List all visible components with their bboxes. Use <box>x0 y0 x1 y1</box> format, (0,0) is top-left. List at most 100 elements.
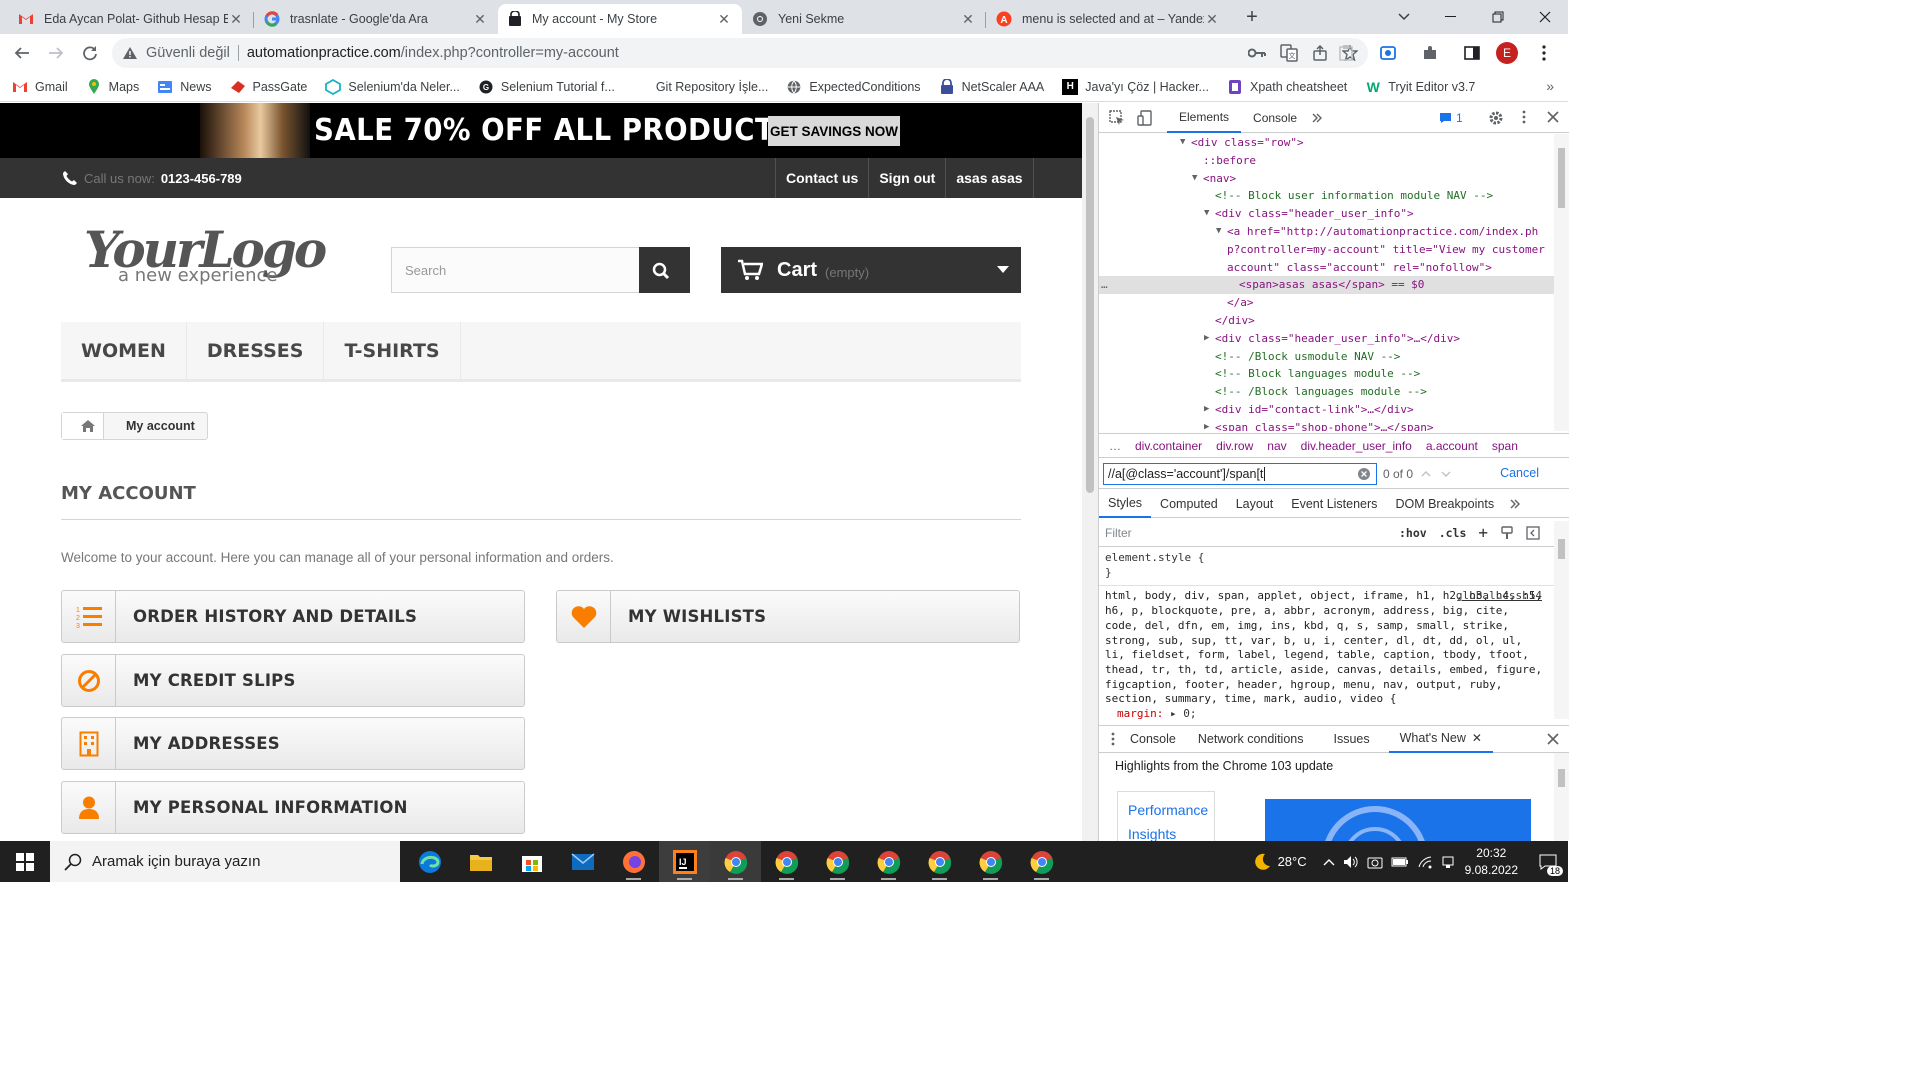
new-tab-button[interactable]: + <box>1240 6 1264 28</box>
bookmark-item[interactable]: Xpath cheatsheet <box>1227 79 1347 95</box>
search-input[interactable]: Search <box>405 263 446 278</box>
scrollbar-thumb[interactable] <box>1558 148 1565 208</box>
clear-search-icon[interactable] <box>1358 467 1370 480</box>
clipboard-extension-icon[interactable] <box>1330 37 1362 69</box>
network-icon[interactable] <box>1441 855 1455 869</box>
credit-slips-button[interactable]: MY CREDIT SLIPS <box>61 654 525 707</box>
temperature[interactable]: 28°C <box>1278 854 1307 869</box>
tab-styles[interactable]: Styles <box>1099 490 1152 518</box>
personal-info-button[interactable]: MY PERSONAL INFORMATION <box>61 781 525 834</box>
chrome-app[interactable] <box>965 841 1016 882</box>
battery-icon[interactable] <box>1391 857 1409 867</box>
dom-line[interactable]: <!-- /Block usmodule NAV --> <box>1099 348 1554 366</box>
browser-tab[interactable]: Eda Aycan Polat- Github Hesap B ✕ <box>8 4 254 34</box>
volume-icon[interactable] <box>1343 855 1359 869</box>
my-addresses-button[interactable]: MY ADDRESSES <box>61 717 525 770</box>
contact-us-link[interactable]: Contact us <box>775 158 868 198</box>
class-toggle[interactable]: .cls <box>1439 526 1467 540</box>
dom-line[interactable]: ▶ <span class="shop-phone">…</span> <box>1099 419 1554 431</box>
dom-line[interactable]: ▼ <div class="row"> <box>1099 134 1554 152</box>
crumb-item[interactable]: a.account <box>1426 439 1478 453</box>
notifications-button[interactable]: 18 <box>1528 841 1568 882</box>
browser-tab[interactable]: A menu is selected and at – Yandex ✕ <box>986 4 1230 34</box>
expand-triangle-icon[interactable]: ▶ <box>1204 330 1209 348</box>
bookmark-item[interactable]: PassGate <box>230 79 307 95</box>
inspect-element-icon[interactable] <box>1109 109 1125 126</box>
chrome-app[interactable] <box>710 841 761 882</box>
chevron-down-icon[interactable] <box>1441 471 1451 477</box>
profile-avatar[interactable]: E <box>1496 42 1518 64</box>
sidebar-toggle-icon[interactable] <box>1526 525 1540 540</box>
translate-icon[interactable]: 文 <box>1280 44 1298 62</box>
dom-tree[interactable]: ▼ <div class="row"> ::before ▼ <nav> <!-- … <box>1099 134 1554 431</box>
drawer-scrollbar[interactable] <box>1554 753 1569 841</box>
more-tabs-icon[interactable] <box>1311 112 1323 124</box>
close-drawer-icon[interactable] <box>1547 733 1559 745</box>
paint-icon[interactable] <box>1500 525 1514 540</box>
close-window-button[interactable] <box>1521 0 1568 34</box>
get-savings-button[interactable]: GET SAVINGS NOW <box>768 116 900 146</box>
dom-line[interactable]: </div> <box>1099 312 1554 330</box>
expand-triangle-icon[interactable]: ▼ <box>1204 205 1209 223</box>
tab-elements[interactable]: Elements <box>1167 103 1242 133</box>
styles-scrollbar[interactable] <box>1554 521 1569 719</box>
cancel-search-button[interactable]: Cancel <box>1500 466 1539 480</box>
tab-computed[interactable]: Computed <box>1151 490 1227 518</box>
ellipsis-icon[interactable]: … <box>1101 276 1108 294</box>
crumb-item[interactable]: span <box>1492 439 1518 453</box>
chrome-app[interactable] <box>863 841 914 882</box>
css-rule[interactable]: global.css:14 html, body, div, span, app… <box>1105 589 1548 721</box>
drawer-tab-issues[interactable]: Issues <box>1322 726 1380 753</box>
dom-line-selected[interactable]: … <span>asas asas</span> == $0 <box>1099 276 1554 295</box>
tab-console[interactable]: Console <box>1241 103 1309 133</box>
dom-scrollbar[interactable] <box>1554 134 1569 431</box>
close-icon[interactable]: ✕ <box>228 11 244 28</box>
mail-app[interactable] <box>557 841 608 882</box>
store-app[interactable] <box>506 841 557 882</box>
plus-icon[interactable]: + <box>1478 523 1488 542</box>
dom-line[interactable]: ▶ <div id="contact-link">…</div> <box>1099 401 1554 419</box>
dom-line[interactable]: <!-- Block user information module NAV -… <box>1099 187 1554 205</box>
search-box[interactable]: Search <box>391 247 690 293</box>
wifi-icon[interactable] <box>1417 855 1433 869</box>
drawer-menu-icon[interactable] <box>1111 732 1115 746</box>
close-icon[interactable] <box>1547 111 1559 123</box>
dom-line[interactable]: <!-- /Block languages module --> <box>1099 383 1554 401</box>
dom-line[interactable]: ▼ <nav> <box>1099 170 1554 188</box>
close-icon[interactable]: ✕ <box>960 11 976 28</box>
clock[interactable]: 20:32 9.08.2022 <box>1465 845 1518 879</box>
chrome-app[interactable] <box>812 841 863 882</box>
tab-event-listeners[interactable]: Event Listeners <box>1282 490 1386 518</box>
bookmark-item[interactable]: Selenium'da Neler... <box>325 78 460 95</box>
close-icon[interactable]: ✕ <box>716 11 732 28</box>
dom-line-anchor[interactable]: ▼ <a href="http://automationpractice.com/… <box>1099 223 1554 276</box>
taskbar-search[interactable]: Aramak için buraya yazın <box>50 841 400 882</box>
camera-icon[interactable] <box>1367 855 1383 869</box>
warning-icon[interactable] <box>122 46 138 60</box>
bookmark-item[interactable]: NetScaler AAA <box>939 78 1044 95</box>
weather-moon-icon[interactable] <box>1252 852 1272 872</box>
chevron-up-icon[interactable] <box>1421 470 1431 477</box>
expand-triangle-icon[interactable]: ▼ <box>1180 134 1185 152</box>
page-scrollbar[interactable] <box>1082 103 1098 841</box>
search-button[interactable] <box>639 247 690 293</box>
bookmark-item[interactable]: News <box>157 79 212 95</box>
drawer-tab-whats-new[interactable]: What's New ✕ <box>1388 726 1493 753</box>
bookmark-item[interactable]: G Selenium Tutorial f... <box>478 79 615 95</box>
cart-block[interactable]: Cart (empty) <box>721 247 1021 293</box>
crumb-item[interactable]: div.row <box>1216 439 1253 453</box>
chevron-down-icon[interactable] <box>997 266 1009 273</box>
issues-badge[interactable]: 1 <box>1435 110 1467 126</box>
chrome-app[interactable] <box>914 841 965 882</box>
bookmark-item[interactable]: ExpectedConditions <box>786 79 921 95</box>
close-icon[interactable]: ✕ <box>472 11 488 28</box>
dom-line[interactable]: <!-- Block languages module --> <box>1099 365 1554 383</box>
scrollbar-thumb[interactable] <box>1558 539 1565 559</box>
expand-triangle-icon[interactable]: ▶ <box>1204 401 1209 419</box>
browser-tab[interactable]: trasnlate - Google'da Ara ✕ <box>254 4 498 34</box>
promo-banner[interactable]: SALE 70% OFF ALL PRODUCTS GET SAVINGS NO… <box>0 103 1082 158</box>
forward-button[interactable] <box>40 37 72 69</box>
intellij-app[interactable]: IJ <box>659 841 710 882</box>
styles-filter-input[interactable]: Filter <box>1105 526 1385 540</box>
file-explorer-app[interactable] <box>455 841 506 882</box>
